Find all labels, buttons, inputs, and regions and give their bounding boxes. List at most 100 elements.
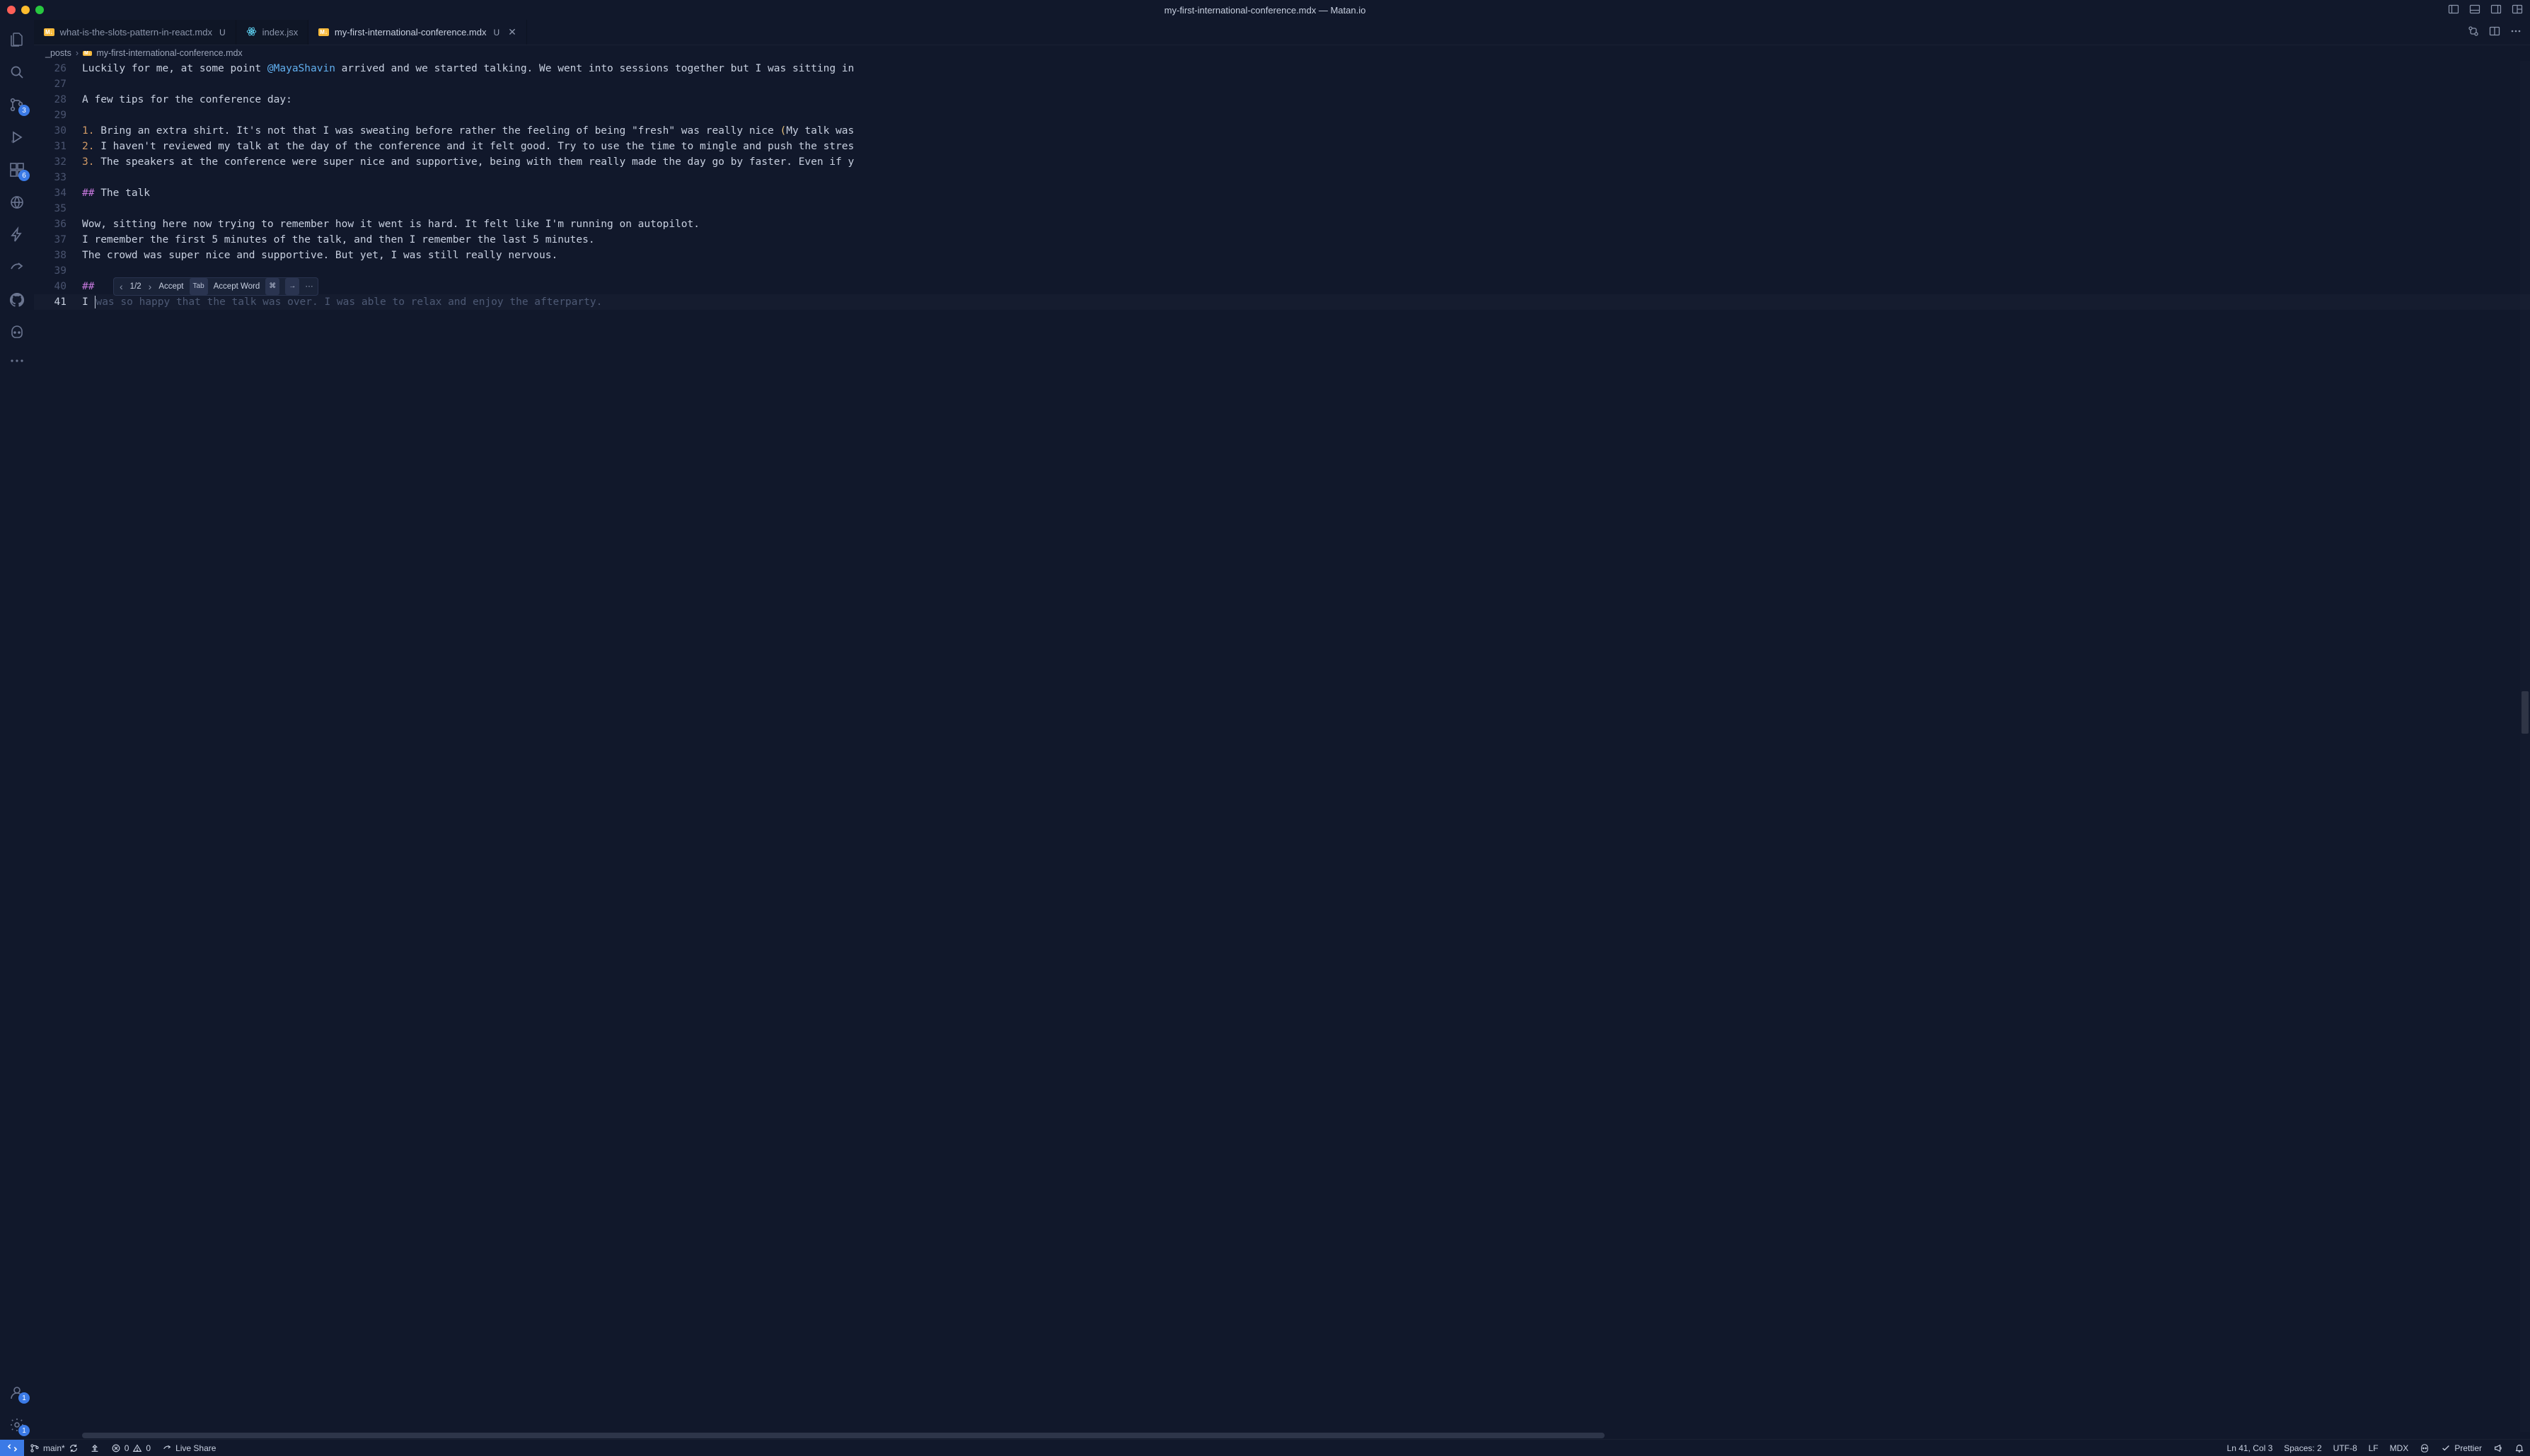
code-line[interactable]: 41I was so happy that the talk was over.… xyxy=(34,294,2530,310)
code-content[interactable]: 3. The speakers at the conference were s… xyxy=(82,154,2530,170)
activity-more-icon[interactable] xyxy=(0,351,34,371)
toggle-primary-sidebar-icon[interactable] xyxy=(2448,4,2459,17)
code-line[interactable]: 27 xyxy=(34,76,2530,92)
activity-run-debug[interactable] xyxy=(0,123,34,151)
breadcrumb-file[interactable]: my-first-international-conference.mdx xyxy=(96,48,242,58)
code-content[interactable]: 1. Bring an extra shirt. It's not that I… xyxy=(82,123,2530,139)
activity-thunder[interactable] xyxy=(0,221,34,249)
compare-changes-icon[interactable] xyxy=(2468,25,2479,39)
code-line[interactable]: 301. Bring an extra shirt. It's not that… xyxy=(34,123,2530,139)
code-content[interactable]: Wow, sitting here now trying to remember… xyxy=(82,216,2530,232)
horizontal-scrollbar-thumb[interactable] xyxy=(82,1433,1605,1438)
tab-what-is-the-slots[interactable]: M↓ what-is-the-slots-pattern-in-react.md… xyxy=(34,20,236,45)
tab-index-jsx[interactable]: index.jsx xyxy=(236,20,309,45)
status-feedback[interactable] xyxy=(2488,1443,2509,1453)
status-indentation[interactable]: Spaces: 2 xyxy=(2278,1443,2327,1453)
customize-layout-icon[interactable] xyxy=(2512,4,2523,17)
code-content[interactable] xyxy=(82,76,2530,92)
status-branch[interactable]: main* xyxy=(24,1440,84,1456)
activity-copilot[interactable] xyxy=(0,318,34,347)
line-number: 38 xyxy=(34,248,82,263)
activity-search[interactable] xyxy=(0,58,34,86)
status-problems[interactable]: 0 0 xyxy=(105,1440,156,1456)
editor-area[interactable]: 26Luckily for me, at some point @MayaSha… xyxy=(34,61,2530,1432)
split-editor-icon[interactable] xyxy=(2489,25,2500,39)
code-content[interactable]: The crowd was super nice and supportive.… xyxy=(82,248,2530,263)
suggestion-accept-word-button[interactable]: Accept Word xyxy=(214,279,260,294)
status-cursor-position[interactable]: Ln 41, Col 3 xyxy=(2222,1443,2279,1453)
minimap[interactable] xyxy=(2520,61,2530,1432)
code-content[interactable]: ## xyxy=(82,279,2530,294)
activity-source-control[interactable]: 3 xyxy=(0,91,34,119)
code-line[interactable]: 26Luckily for me, at some point @MayaSha… xyxy=(34,61,2530,76)
code-line[interactable]: 40## xyxy=(34,279,2530,294)
code-line[interactable]: 28A few tips for the conference day: xyxy=(34,92,2530,108)
code-content[interactable] xyxy=(82,108,2530,123)
window-minimize-button[interactable] xyxy=(21,6,30,14)
window-close-button[interactable] xyxy=(7,6,16,14)
remote-indicator[interactable] xyxy=(0,1440,24,1456)
activity-share[interactable] xyxy=(0,253,34,282)
suggestion-prev-icon[interactable]: ‹ xyxy=(118,279,125,294)
code-line[interactable]: 38The crowd was super nice and supportiv… xyxy=(34,248,2530,263)
tab-label: what-is-the-slots-pattern-in-react.mdx xyxy=(60,27,212,37)
code-line[interactable]: 312. I haven't reviewed my talk at the d… xyxy=(34,139,2530,154)
code-content[interactable]: I remember the first 5 minutes of the ta… xyxy=(82,232,2530,248)
code-content[interactable] xyxy=(82,263,2530,279)
sync-icon[interactable] xyxy=(69,1443,79,1453)
code-line[interactable]: 35 xyxy=(34,201,2530,216)
code-line[interactable]: 34## The talk xyxy=(34,185,2530,201)
code-line[interactable]: 29 xyxy=(34,108,2530,123)
toggle-panel-icon[interactable] xyxy=(2469,4,2480,17)
suggestion-accept-button[interactable]: Accept xyxy=(158,279,183,294)
suggestion-next-icon[interactable]: › xyxy=(147,279,154,294)
code-content[interactable]: A few tips for the conference day: xyxy=(82,92,2530,108)
line-number: 39 xyxy=(34,263,82,279)
code-line[interactable]: 37I remember the first 5 minutes of the … xyxy=(34,232,2530,248)
copilot-icon xyxy=(2420,1443,2430,1453)
code-line[interactable]: 36Wow, sitting here now trying to rememb… xyxy=(34,216,2530,232)
breadcrumb-folder[interactable]: _posts xyxy=(45,48,71,58)
code-content[interactable]: 2. I haven't reviewed my talk at the day… xyxy=(82,139,2530,154)
activity-accounts[interactable]: 1 xyxy=(0,1378,34,1406)
suggestion-more-icon[interactable]: ⋯ xyxy=(305,279,313,294)
code-line[interactable]: 33 xyxy=(34,170,2530,185)
status-encoding[interactable]: UTF-8 xyxy=(2328,1443,2363,1453)
code-line[interactable]: 323. The speakers at the conference were… xyxy=(34,154,2530,170)
code-content[interactable]: Luckily for me, at some point @MayaShavi… xyxy=(82,61,2530,76)
line-number: 26 xyxy=(34,61,82,76)
more-actions-icon[interactable] xyxy=(2510,25,2522,39)
status-sync-action[interactable] xyxy=(84,1440,105,1456)
code-content[interactable] xyxy=(82,170,2530,185)
breadcrumb[interactable]: _posts › M↓ my-first-international-confe… xyxy=(34,45,2530,61)
status-bar: main* 0 0 Live Share Ln 41, Col 3 Spaces… xyxy=(0,1439,2530,1456)
code-content[interactable]: I was so happy that the talk was over. I… xyxy=(82,294,2530,310)
bell-icon xyxy=(2514,1443,2524,1453)
line-number: 37 xyxy=(34,232,82,248)
activity-github[interactable] xyxy=(0,286,34,314)
status-language[interactable]: MDX xyxy=(2384,1443,2415,1453)
code-content[interactable]: ## The talk xyxy=(82,185,2530,201)
status-notifications[interactable] xyxy=(2509,1443,2530,1453)
toggle-secondary-sidebar-icon[interactable] xyxy=(2490,4,2502,17)
horizontal-scrollbar[interactable] xyxy=(34,1432,2530,1439)
status-prettier[interactable]: Prettier xyxy=(2435,1443,2488,1453)
activity-extensions[interactable]: 6 xyxy=(0,156,34,184)
tab-close-icon[interactable]: ✕ xyxy=(508,26,516,38)
activity-explorer[interactable] xyxy=(0,25,34,54)
status-live-share[interactable]: Live Share xyxy=(156,1440,221,1456)
line-number: 32 xyxy=(34,154,82,170)
tab-my-first-international-conference[interactable]: M↓ my-first-international-conference.mdx… xyxy=(308,20,527,45)
suggestion-counter: 1/2 xyxy=(130,279,141,294)
activity-settings[interactable]: 1 xyxy=(0,1411,34,1439)
settings-badge: 1 xyxy=(18,1425,30,1436)
line-number: 27 xyxy=(34,76,82,92)
code-content[interactable] xyxy=(82,201,2530,216)
status-copilot[interactable] xyxy=(2414,1443,2435,1453)
inline-suggestion-toolbar[interactable]: ‹ 1/2 › Accept Tab Accept Word ⌘ → ⋯ xyxy=(113,277,318,296)
status-eol[interactable]: LF xyxy=(2363,1443,2384,1453)
activity-remote-explorer[interactable] xyxy=(0,188,34,216)
minimap-thumb[interactable] xyxy=(2522,691,2529,734)
window-maximize-button[interactable] xyxy=(35,6,44,14)
code-line[interactable]: 39 xyxy=(34,263,2530,279)
